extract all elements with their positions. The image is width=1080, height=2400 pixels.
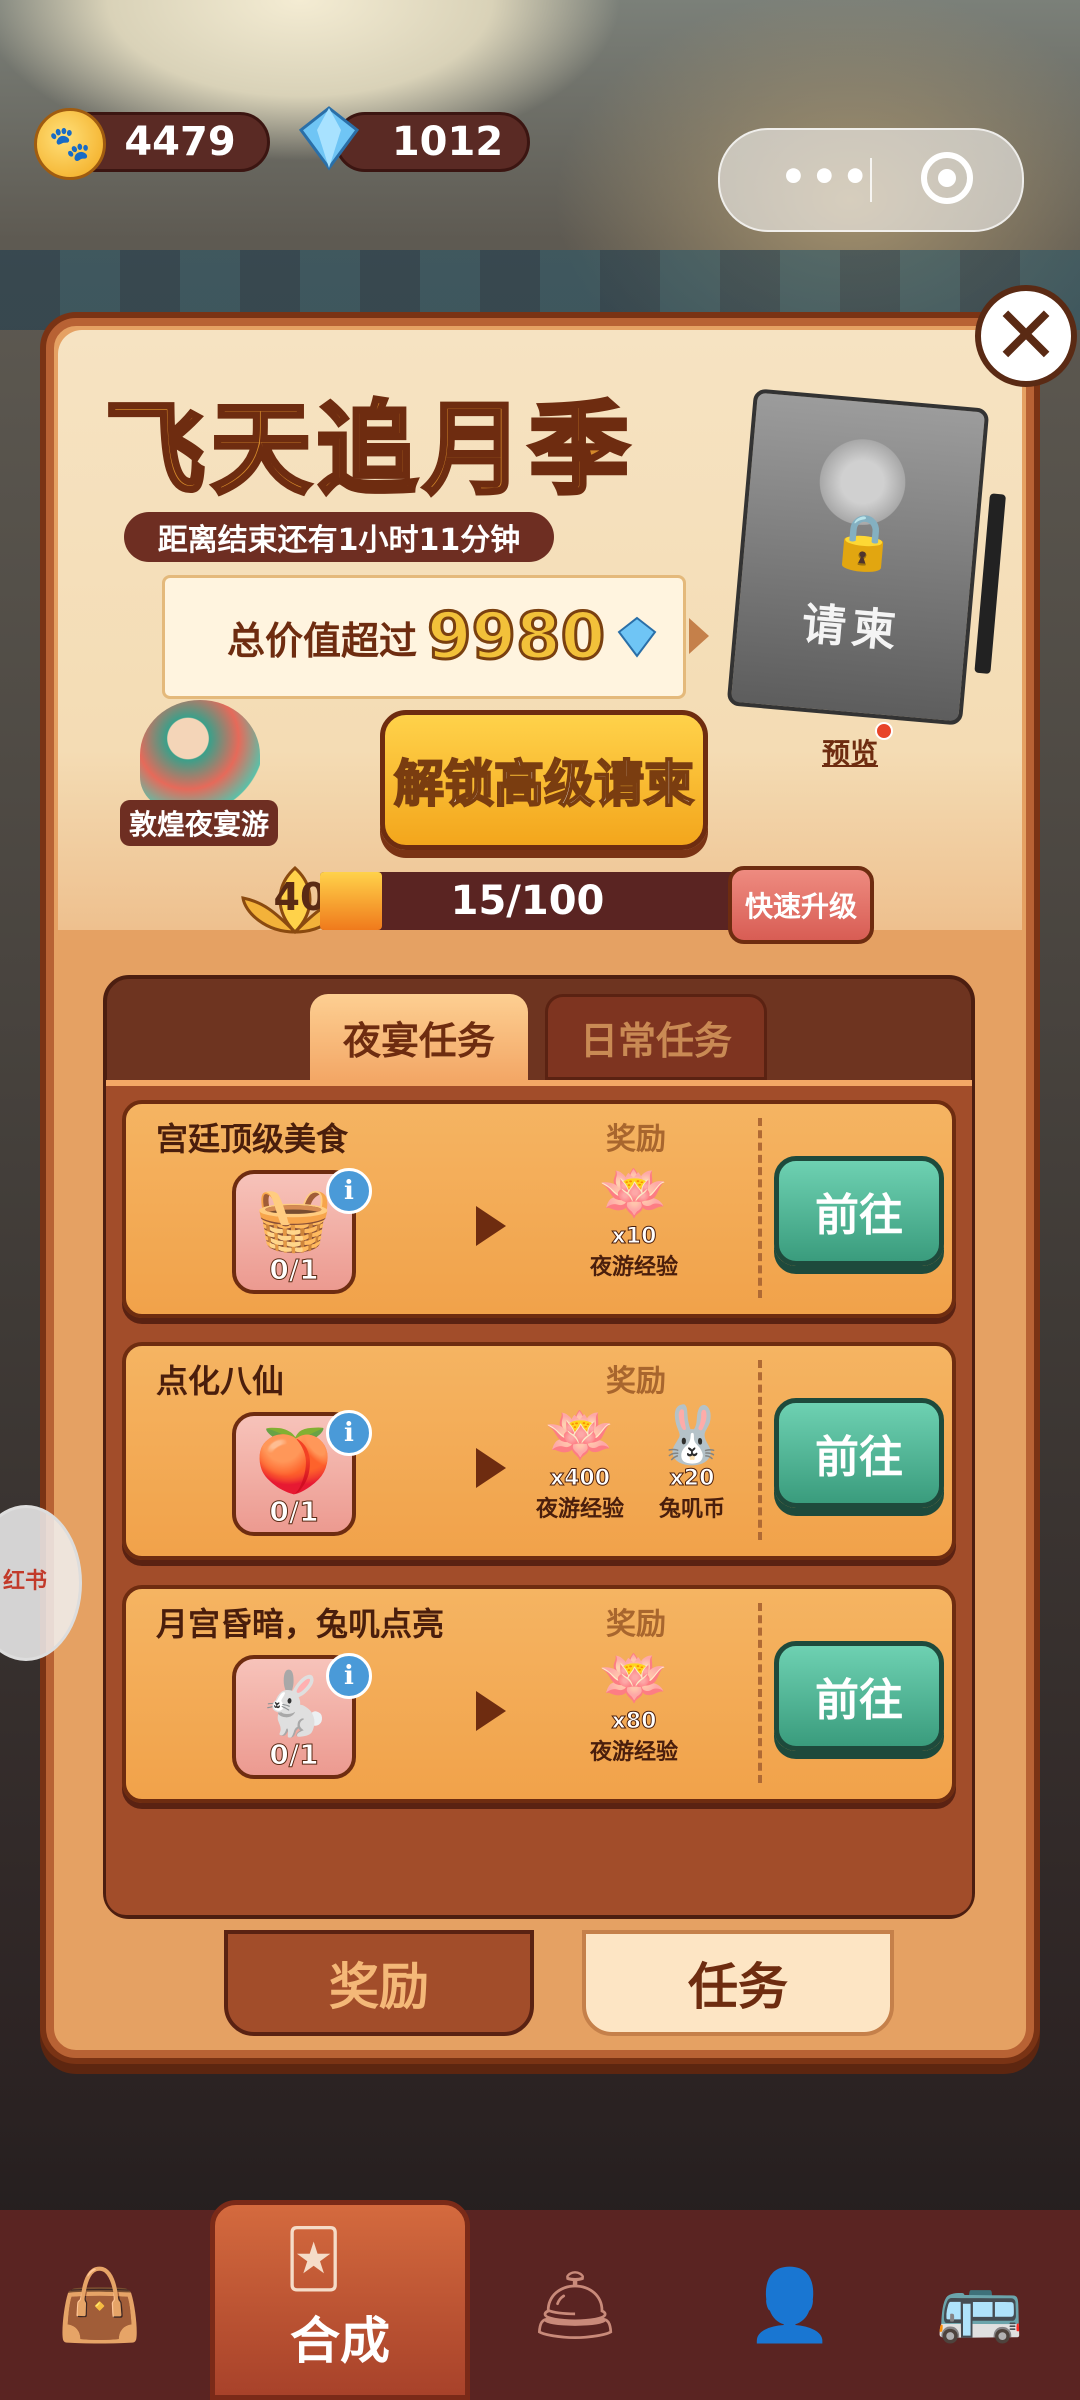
tab-night-banquet-tasks[interactable]: 夜宴任务 — [310, 994, 528, 1080]
go-button[interactable]: 前往 — [774, 1398, 944, 1508]
capsule-divider — [870, 158, 872, 202]
mini-program-capsule: ••• — [718, 128, 1024, 232]
quick-upgrade-button[interactable]: 快速升级 — [728, 866, 874, 944]
task-title: 月宫昏暗，兔叽点亮 — [156, 1605, 445, 1643]
cards-icon: 🃏 — [285, 2227, 343, 2292]
reward-label: 奖励 — [606, 1364, 666, 1399]
lotus-icon: 🪷 — [545, 1403, 615, 1468]
reward-label: 奖励 — [606, 1122, 666, 1157]
gem-icon — [617, 616, 657, 658]
gem-amount: 1012 — [391, 119, 504, 165]
arrow-right-icon — [689, 618, 709, 654]
bus-icon[interactable]: 🚌 — [910, 2240, 1050, 2370]
dashed-divider — [758, 1603, 762, 1783]
season-countdown: 距离结束还有1小时11分钟 — [124, 512, 554, 562]
tab-tasks[interactable]: 任务 — [582, 1930, 894, 2036]
arrow-right-icon — [476, 1448, 506, 1488]
bag-icon[interactable]: 👜 — [30, 2240, 170, 2370]
more-dots-icon[interactable]: ••• — [780, 152, 873, 201]
reward-quantity: x400 — [549, 1466, 611, 1492]
info-icon[interactable]: i — [326, 1653, 372, 1699]
info-icon[interactable]: i — [326, 1168, 372, 1214]
paw-icon: 🐾 — [34, 108, 106, 180]
dashed-divider — [758, 1360, 762, 1540]
task-progress: 0/1 — [269, 1253, 319, 1287]
task-progress: 0/1 — [269, 1495, 319, 1529]
reward-item: 🪷 x80 夜游经验 — [584, 1649, 684, 1766]
reward-name: 夜游经验 — [589, 1740, 678, 1765]
total-value-banner[interactable]: 总价值超过 9980 — [162, 575, 709, 699]
side-widget-label: 红书 — [3, 1569, 48, 1594]
heart-lock-icon: 🔒 — [827, 507, 901, 577]
reward-quantity: x10 — [611, 1224, 657, 1250]
arrow-right-icon — [476, 1206, 506, 1246]
paw-amount: 4479 — [124, 119, 236, 165]
go-button[interactable]: 前往 — [774, 1156, 944, 1266]
reward-name: 兔叽币 — [658, 1497, 725, 1522]
reward-name: 夜游经验 — [589, 1255, 678, 1280]
task-progress: 0/1 — [269, 1738, 319, 1772]
task-title: 点化八仙 — [156, 1362, 285, 1400]
close-icon[interactable]: ✕ — [975, 285, 1077, 387]
character-avatar[interactable] — [140, 700, 260, 810]
target-circle-icon[interactable] — [921, 152, 973, 204]
reward-item: 🪷 x400 夜游经验 — [530, 1406, 630, 1523]
task-title: 宫廷顶级美食 — [156, 1120, 349, 1158]
reward-item: 🪷 x10 夜游经验 — [584, 1164, 684, 1281]
level-progress-bar: 15/100 — [320, 872, 735, 930]
gem-currency-counter: 1012 — [335, 112, 530, 172]
season-title: 飞天追月季 — [103, 389, 635, 510]
character-label: 敦煌夜宴游 — [120, 800, 278, 846]
value-number: 9980 — [426, 599, 607, 676]
progress-text: 15/100 — [450, 878, 605, 924]
reward-quantity: x80 — [611, 1709, 657, 1735]
tab-daily-tasks[interactable]: 日常任务 — [545, 994, 767, 1080]
profile-icon[interactable]: 👤 — [720, 2240, 860, 2370]
task-card: 点化八仙 奖励 🍑 0/1 i 🪷 x400 夜游经验 🐰 x20 兔叽币 前往 — [122, 1342, 956, 1560]
reward-quantity: x20 — [669, 1466, 715, 1492]
nav-merge-label: 合成 — [290, 2312, 390, 2370]
info-icon[interactable]: i — [326, 1410, 372, 1456]
task-card: 宫廷顶级美食 奖励 🧺 0/1 i 🪷 x10 夜游经验 前往 — [122, 1100, 956, 1318]
reward-item: 🐰 x20 兔叽币 — [642, 1406, 742, 1523]
reward-label: 奖励 — [606, 1607, 666, 1642]
rabbit-coin-icon: 🐰 — [657, 1403, 727, 1468]
arrow-right-icon — [476, 1691, 506, 1731]
task-card: 月宫昏暗，兔叽点亮 奖励 🐇 0/1 i 🪷 x80 夜游经验 前往 — [122, 1585, 956, 1803]
tab-rewards[interactable]: 奖励 — [224, 1930, 534, 2036]
card-text: 请柬 — [799, 598, 904, 658]
reward-name: 夜游经验 — [535, 1497, 624, 1522]
lotus-icon: 🪷 — [599, 1161, 669, 1226]
notification-dot — [875, 722, 893, 740]
cloche-icon[interactable]: 🛎 — [505, 2240, 645, 2370]
preview-link[interactable]: 预览 — [822, 732, 878, 772]
gem-icon — [298, 106, 360, 171]
dashed-divider — [758, 1118, 762, 1298]
unlock-premium-button[interactable]: 解锁高级请柬 — [380, 710, 708, 850]
lotus-icon: 🪷 — [599, 1646, 669, 1711]
go-button[interactable]: 前往 — [774, 1641, 944, 1751]
invitation-card-preview[interactable]: 🔒 请柬 — [726, 388, 1006, 726]
value-label: 总价值超过 — [227, 618, 418, 663]
tab-underline — [106, 1080, 972, 1086]
nav-merge[interactable]: 🃏 合成 — [210, 2200, 470, 2400]
